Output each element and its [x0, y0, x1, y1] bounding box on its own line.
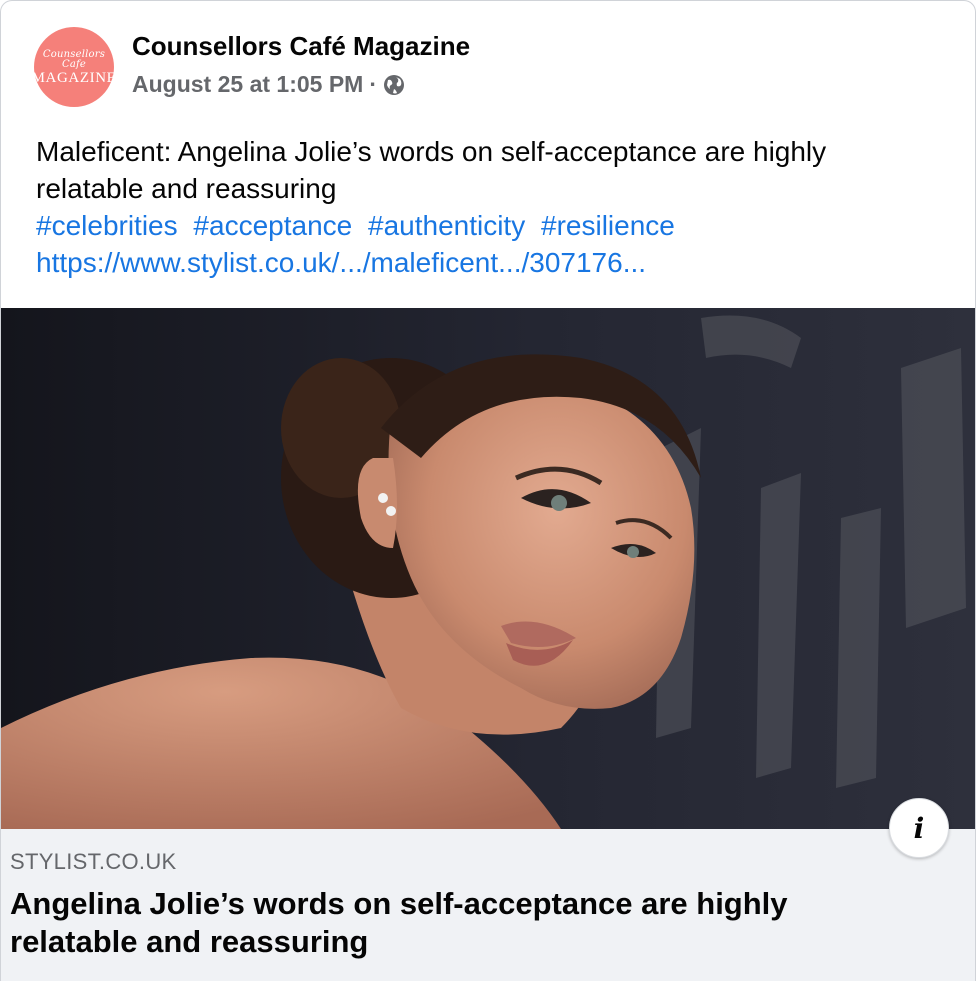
info-icon[interactable]: i — [889, 798, 949, 858]
hashtag-link[interactable]: #celebrities — [36, 210, 178, 241]
link-title[interactable]: Angelina Jolie’s words on self-acceptanc… — [10, 885, 890, 961]
post-message: Maleficent: Angelina Jolie’s words on se… — [36, 133, 936, 281]
link-preview-footer[interactable]: STYLIST.CO.UK Angelina Jolie’s words on … — [1, 829, 975, 981]
post-text-line: Maleficent: Angelina Jolie’s words on se… — [36, 136, 827, 167]
link-preview-image[interactable] — [1, 308, 975, 829]
facebook-post-card: Counsellors Cafe MAGAZINE Counsellors Ca… — [0, 0, 976, 981]
article-url-link[interactable]: https://www.stylist.co.uk/.../maleficent… — [36, 244, 936, 281]
avatar-logo-word: MAGAZINE — [31, 70, 117, 86]
meta-separator: · — [369, 71, 378, 97]
hashtag-link[interactable]: #resilience — [541, 210, 675, 241]
post-text-line: relatable and reassuring — [36, 173, 337, 204]
page-avatar[interactable]: Counsellors Cafe MAGAZINE — [31, 27, 117, 107]
hashtag-link[interactable]: #authenticity — [368, 210, 525, 241]
hashtag-row: #celebrities #acceptance #authenticity #… — [36, 207, 936, 244]
globe-icon — [383, 74, 405, 96]
post-meta: August 25 at 1:05 PM · — [132, 71, 405, 98]
avatar-logo-script: Counsellors Cafe — [42, 49, 106, 70]
page-name-link[interactable]: Counsellors Café Magazine — [132, 31, 470, 62]
post-timestamp[interactable]: August 25 at 1:05 PM — [132, 71, 363, 98]
hashtag-link[interactable]: #acceptance — [193, 210, 352, 241]
link-domain: STYLIST.CO.UK — [10, 849, 177, 874]
